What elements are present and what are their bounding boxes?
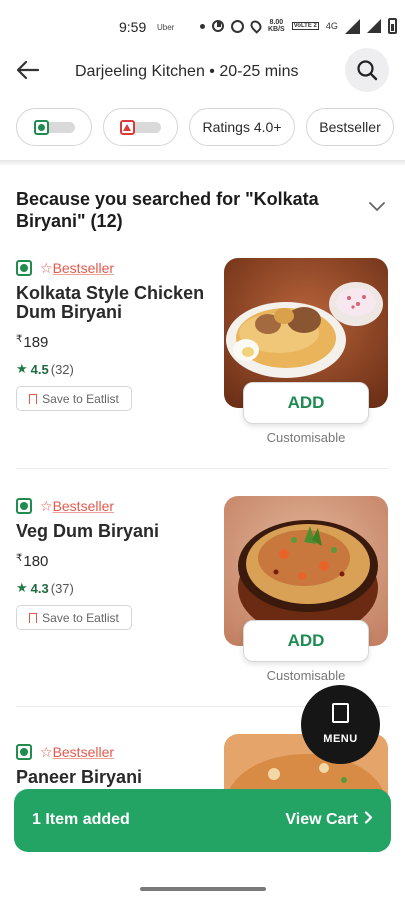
- search-icon: [357, 60, 378, 81]
- status-app-label: Uber: [157, 23, 175, 32]
- item-badges: ☆ Bestseller: [16, 258, 216, 278]
- filter-chips: Ratings 4.0+ Bestseller: [16, 108, 405, 146]
- veg-filter-toggle[interactable]: [16, 108, 92, 146]
- view-cart-text: View Cart: [285, 811, 358, 828]
- item-name: Paneer Biryani: [16, 767, 143, 787]
- item-details: ☆ Bestseller Veg Dum Biryani ₹180 ★ 4.3 …: [16, 496, 216, 630]
- rating-star-icon: ★: [16, 361, 28, 376]
- battery-icon: [387, 18, 397, 34]
- rating-value: 4.5: [30, 361, 49, 377]
- item-name: Kolkata Style Chicken Dum Biryani: [16, 283, 205, 322]
- back-button[interactable]: [14, 56, 42, 84]
- view-cart-label: View Cart: [285, 811, 373, 829]
- bestseller-badge: Bestseller: [52, 498, 115, 514]
- save-to-eatlist-button[interactable]: Save to Eatlist: [16, 605, 132, 630]
- alarm-icon: [231, 19, 244, 33]
- divider: [0, 160, 405, 166]
- nonveg-filter-toggle[interactable]: [103, 108, 178, 146]
- section-title: Because you searched for "Kolkata Biryan…: [16, 189, 319, 231]
- toggle-track: [44, 121, 75, 133]
- chevron-right-icon: [364, 811, 373, 824]
- veg-icon: [33, 119, 49, 135]
- nonveg-icon: [120, 119, 135, 135]
- rating-star-icon: ★: [16, 580, 28, 595]
- ratings-filter-chip[interactable]: Ratings 4.0+: [189, 108, 295, 146]
- save-to-eatlist-button[interactable]: Save to Eatlist: [16, 386, 132, 411]
- header: Darjeeling Kitchen • 20-25 mins: [0, 44, 405, 98]
- menu-book-icon: [332, 703, 349, 723]
- network-speed: 8.00 KB/S: [268, 19, 285, 33]
- bestseller-filter-chip[interactable]: Bestseller: [306, 108, 394, 146]
- veg-icon: [16, 744, 32, 760]
- add-button[interactable]: ADD: [243, 382, 369, 424]
- bestseller-badge: Bestseller: [52, 744, 115, 760]
- item-divider: [16, 468, 389, 469]
- bestseller-badge: Bestseller: [52, 260, 115, 276]
- item-rating: ★ 4.5 (32): [16, 361, 216, 377]
- item-price: ₹180: [16, 553, 216, 570]
- location-icon: [248, 18, 264, 34]
- veg-toggle: [33, 119, 75, 135]
- menu-button-label: MENU: [323, 733, 358, 745]
- nonveg-toggle: [120, 119, 161, 135]
- network-speed-unit: KB/S: [268, 26, 285, 33]
- signal-icon: [344, 18, 360, 34]
- veg-icon: [16, 260, 32, 276]
- cart-item-count: 1 Item added: [32, 811, 130, 828]
- status-time: 9:59: [119, 19, 147, 35]
- item-price: ₹189: [16, 334, 216, 351]
- volte-icon: VoLTE 2: [291, 22, 319, 30]
- rating-value: 4.3: [30, 580, 49, 596]
- item-rating: ★ 4.3 (37): [16, 580, 216, 596]
- customisable-label: Customisable: [266, 668, 346, 683]
- item-details: ☆ Bestseller Kolkata Style Chicken Dum B…: [16, 258, 216, 411]
- currency-symbol: ₹: [16, 553, 23, 564]
- veg-icon: [16, 498, 32, 514]
- network-type: 4G: [325, 21, 338, 31]
- status-bar: 9:59 Uber 8.00 KB/S VoLTE 2 4G: [0, 0, 405, 44]
- price-value: 189: [23, 334, 49, 351]
- notification-dot-icon: [200, 23, 205, 29]
- item-name: Veg Dum Biryani: [16, 521, 160, 541]
- status-icons: 8.00 KB/S VoLTE 2 4G: [200, 17, 397, 35]
- view-cart-bar[interactable]: 1 Item added View Cart: [14, 789, 391, 852]
- restaurant-title: Darjeeling Kitchen • 20-25 mins: [75, 63, 299, 80]
- bookmark-icon: [29, 393, 38, 404]
- data-saver-icon: [212, 20, 224, 32]
- customisable-label: Customisable: [266, 430, 346, 445]
- item-details: ☆ Bestseller Paneer Biryani: [16, 742, 216, 787]
- save-to-eatlist-label: Save to Eatlist: [42, 391, 119, 406]
- back-arrow-icon: [16, 60, 40, 80]
- add-button[interactable]: ADD: [243, 620, 369, 662]
- bestseller-star-icon: ☆: [40, 497, 53, 514]
- network-speed-value: 8.00: [269, 19, 284, 26]
- gesture-nav-handle[interactable]: [140, 887, 266, 891]
- item-badges: ☆ Bestseller: [16, 742, 216, 762]
- bestseller-star-icon: ☆: [40, 259, 53, 276]
- item-badges: ☆ Bestseller: [16, 496, 216, 516]
- toggle-track: [131, 121, 161, 133]
- save-to-eatlist-label: Save to Eatlist: [42, 610, 119, 625]
- bookmark-icon: [29, 612, 38, 623]
- menu-button[interactable]: MENU: [301, 685, 380, 764]
- search-button[interactable]: [345, 48, 389, 92]
- rating-count: (37): [50, 580, 74, 596]
- signal-2-icon: [366, 19, 381, 33]
- currency-symbol: ₹: [16, 334, 23, 345]
- bestseller-star-icon: ☆: [40, 743, 53, 760]
- price-value: 180: [23, 553, 49, 570]
- rating-count: (32): [50, 361, 74, 377]
- chevron-down-icon[interactable]: [368, 200, 386, 212]
